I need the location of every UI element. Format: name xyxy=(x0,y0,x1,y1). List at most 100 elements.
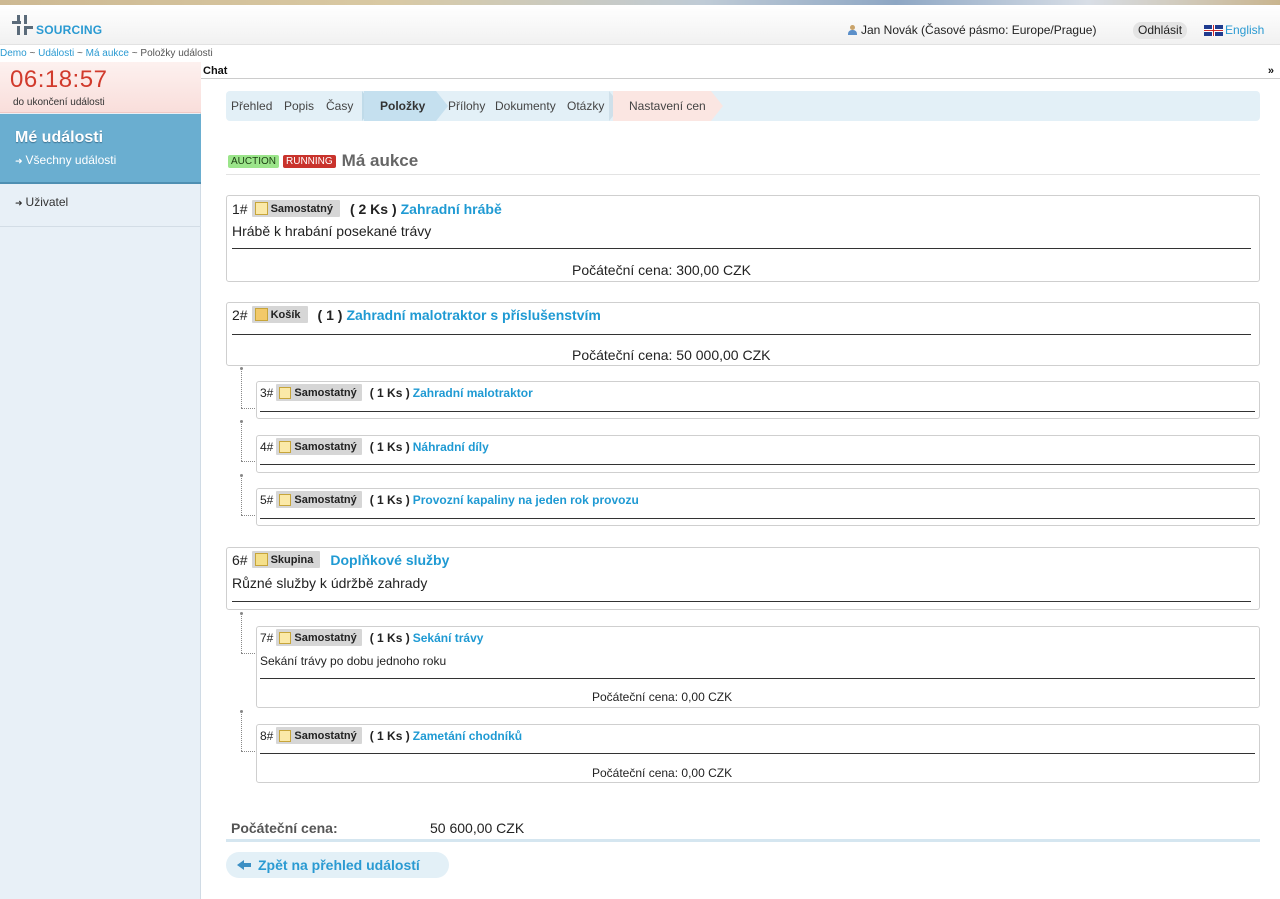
item-name-link[interactable]: Zahradní malotraktor s příslušenstvím xyxy=(346,307,600,323)
item-quantity: ( 1 Ks ) xyxy=(369,439,410,454)
tab-questions[interactable]: Otázky xyxy=(567,91,604,121)
logout-button[interactable]: Odhlásit xyxy=(1133,22,1188,39)
item-divider xyxy=(260,753,1255,754)
breadcrumb: Demo ~ Události ~ Má aukce ~ Položky udá… xyxy=(0,48,213,59)
chat-label[interactable]: Chat xyxy=(203,65,227,77)
note-icon xyxy=(279,493,292,506)
tab-attachments[interactable]: Přílohy xyxy=(448,91,485,121)
item-quantity: ( 1 Ks ) xyxy=(369,385,410,400)
item-type-badge: Samostatný xyxy=(276,629,362,646)
item-card: 5# Samostatný ( 1 Ks ) Provozní kapaliny… xyxy=(256,488,1260,526)
item-type-badge: Samostatný xyxy=(276,438,362,455)
item-card: 8# Samostatný ( 1 Ks ) Zametání chodníků… xyxy=(256,724,1260,783)
item-card: 4# Samostatný ( 1 Ks ) Náhradní díly xyxy=(256,435,1260,473)
tab-overview[interactable]: Přehled xyxy=(231,91,272,121)
item-number: 8# xyxy=(260,728,274,743)
user-icon xyxy=(848,24,857,36)
countdown-timer: 06:18:57 do ukončení události xyxy=(0,62,201,113)
item-name-link[interactable]: Zametání chodníků xyxy=(413,729,522,743)
tab-documents[interactable]: Dokumenty xyxy=(495,91,556,121)
note-icon xyxy=(279,729,292,742)
item-card: 6# Skupina Doplňkové služby Různé služby… xyxy=(226,547,1260,610)
item-divider xyxy=(260,678,1255,679)
item-number: 5# xyxy=(260,492,274,507)
total-value: 50 600,00 CZK xyxy=(430,820,525,836)
item-number: 1# xyxy=(232,200,248,217)
back-to-overview-button[interactable]: Zpět na přehled událostí xyxy=(226,852,449,878)
tab-price-settings[interactable]: Nastavení cen xyxy=(613,91,723,121)
item-type-badge: Samostatný xyxy=(276,384,362,401)
item-number: 4# xyxy=(260,439,274,454)
item-type-badge: Skupina xyxy=(251,551,321,568)
tab-description[interactable]: Popis xyxy=(284,91,314,121)
item-price: Počáteční cena: 0,00 CZK xyxy=(592,690,733,704)
item-name-link[interactable]: Doplňkové služby xyxy=(330,552,449,568)
item-divider xyxy=(260,518,1255,519)
item-price: Počáteční cena: 0,00 CZK xyxy=(592,766,733,780)
event-title-row: AUCTION RUNNING Má aukce xyxy=(228,150,418,172)
item-quantity: ( 1 Ks ) xyxy=(369,728,410,743)
group-icon xyxy=(254,553,268,566)
chat-bar[interactable]: Chat » xyxy=(201,62,1280,79)
total-label: Počáteční cena: xyxy=(231,820,338,836)
arrow-right-icon: ➜ xyxy=(15,198,23,208)
arrow-right-icon: ➜ xyxy=(15,156,23,166)
item-name-link[interactable]: Provozní kapaliny na jeden rok provozu xyxy=(413,493,639,507)
item-type-badge: Košík xyxy=(251,306,308,323)
header: SOURCING Jan Novák (Časové pásmo: Europe… xyxy=(0,5,1280,45)
breadcrumb-auction[interactable]: Má aukce xyxy=(86,48,129,59)
auction-badge: AUCTION xyxy=(228,154,279,168)
item-number: 2# xyxy=(232,306,248,323)
item-divider xyxy=(260,411,1255,412)
item-number: 3# xyxy=(260,385,274,400)
breadcrumb-demo[interactable]: Demo xyxy=(0,48,27,59)
item-quantity: ( 1 Ks ) xyxy=(369,630,410,645)
all-events-link[interactable]: ➜ Všechny události xyxy=(15,153,116,167)
my-events-title[interactable]: Mé události xyxy=(15,129,103,147)
note-icon xyxy=(279,440,292,453)
language-label: English xyxy=(1225,23,1265,37)
note-icon xyxy=(279,386,292,399)
breadcrumb-current: Položky události xyxy=(140,48,213,59)
item-name-link[interactable]: Náhradní díly xyxy=(413,440,489,454)
basket-icon xyxy=(254,308,268,321)
page-title: Má aukce xyxy=(341,151,419,170)
item-description: Různé služby k údržbě zahrady xyxy=(232,575,428,591)
item-card: 3# Samostatný ( 1 Ks ) Zahradní malotrak… xyxy=(256,381,1260,419)
item-description: Hrábě k hrabání posekané trávy xyxy=(232,223,432,239)
item-name-link[interactable]: Sekání trávy xyxy=(413,631,484,645)
item-name-link[interactable]: Zahradní hrábě xyxy=(401,201,502,217)
note-icon xyxy=(279,631,292,644)
item-name-link[interactable]: Zahradní malotraktor xyxy=(413,386,533,400)
item-price: Počáteční cena: 300,00 CZK xyxy=(572,262,751,278)
logo-text: SOURCING xyxy=(36,22,103,37)
item-card: 2# Košík ( 1 ) Zahradní malotraktor s př… xyxy=(226,302,1260,366)
item-type-badge: Samostatný xyxy=(276,727,362,744)
item-divider xyxy=(232,601,1251,602)
item-type-badge: Samostatný xyxy=(251,200,340,217)
sidebar-divider xyxy=(0,226,201,227)
chat-toggle-icon[interactable]: » xyxy=(1268,65,1274,77)
timer-value: 06:18:57 xyxy=(10,66,108,93)
item-number: 6# xyxy=(232,551,248,568)
total-row: Počáteční cena: 50 600,00 CZK xyxy=(231,820,1260,840)
item-divider xyxy=(260,464,1255,465)
logo[interactable]: SOURCING xyxy=(12,14,102,38)
sidebar: 06:18:57 do ukončení události Mé událost… xyxy=(0,62,201,899)
tab-items[interactable]: Položky xyxy=(364,91,448,121)
item-type-badge: Samostatný xyxy=(276,491,362,508)
uk-flag-icon xyxy=(1204,24,1223,36)
breadcrumb-events[interactable]: Události xyxy=(38,48,74,59)
language-switch[interactable]: English xyxy=(1204,23,1264,37)
item-divider xyxy=(232,334,1251,335)
item-quantity: ( 1 Ks ) xyxy=(369,492,410,507)
timer-label: do ukončení události xyxy=(13,97,105,108)
note-icon xyxy=(254,202,268,215)
item-card: 7# Samostatný ( 1 Ks ) Sekání trávy Seká… xyxy=(256,626,1260,708)
item-number: 7# xyxy=(260,630,274,645)
item-description: Sekání trávy po dobu jednoho roku xyxy=(260,654,447,668)
user-info: Jan Novák (Časové pásmo: Europe/Prague) xyxy=(848,23,1096,37)
sidebar-my-events[interactable]: Mé události ➜ Všechny události xyxy=(0,114,201,184)
tab-times[interactable]: Časy xyxy=(326,91,353,121)
sidebar-item-user[interactable]: ➜ Uživatel xyxy=(15,195,68,209)
